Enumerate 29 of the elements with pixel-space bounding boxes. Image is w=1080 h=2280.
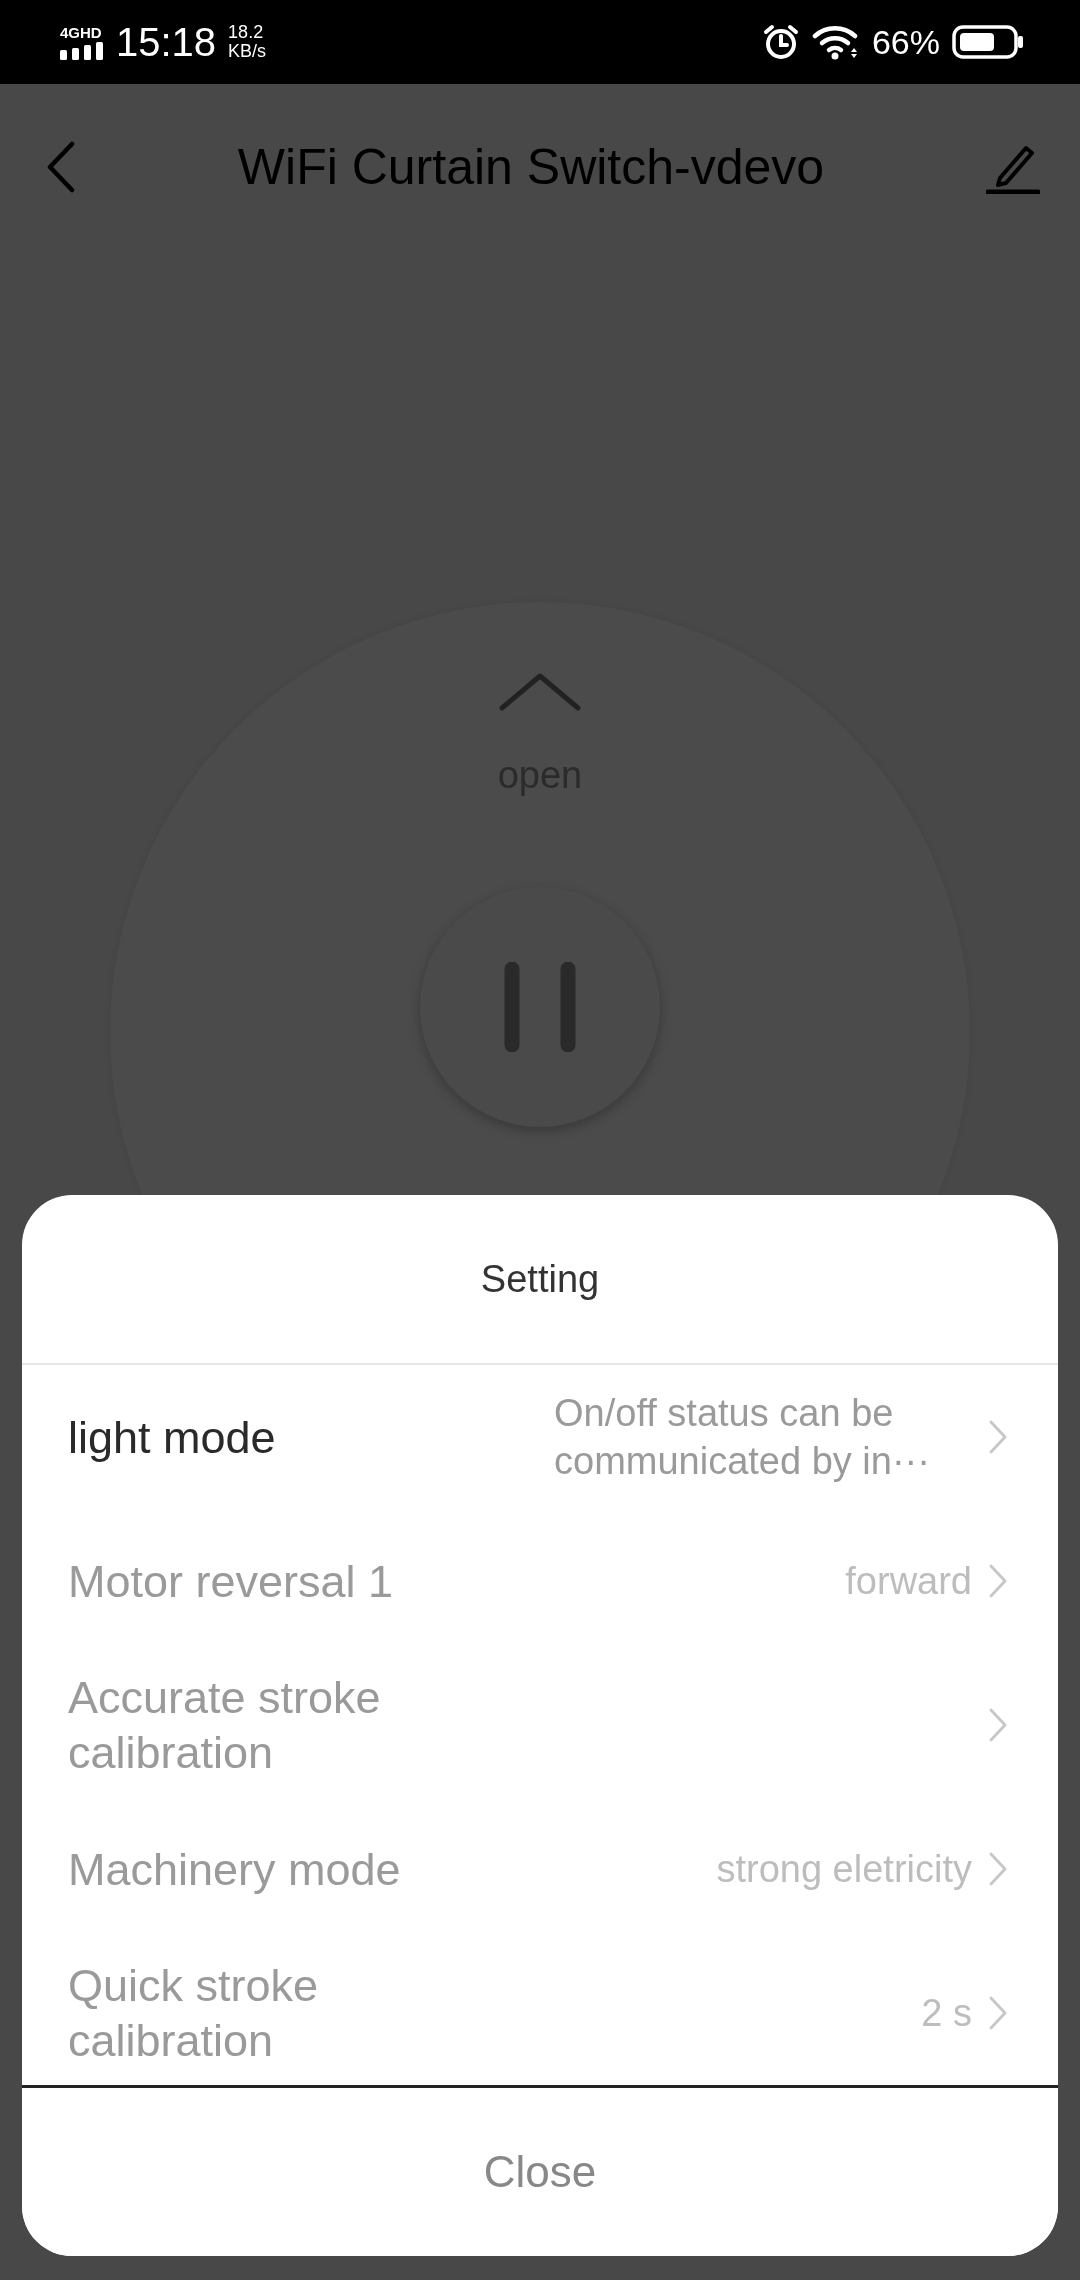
chevron-right-icon [988,1707,1008,1743]
setting-label: light mode [68,1410,277,1465]
wifi-icon [811,24,860,60]
alarm-icon [761,23,800,61]
chevron-right-icon [988,1995,1008,2031]
setting-value: strong eletricity [715,1847,972,1892]
speed-unit: KB/s [228,42,267,61]
setting-label: Quick stroke calibration [68,1959,320,2068]
setting-value: On/off status can be communicated by in··· [553,1391,931,1484]
pause-icon [503,962,577,1052]
network-speed: 18.2 [228,23,265,42]
setting-value: 2 s [920,1991,972,2036]
network-label: 4GHD [60,24,102,40]
setting-label: Accurate stroke calibration [68,1671,382,1780]
sheet-title: Setting [22,1195,1058,1365]
setting-label: Machinery mode [68,1842,402,1897]
signal-icon [60,41,104,60]
device-title: WiFi Curtain Switch-vdevo [236,138,826,196]
setting-row[interactable]: light mode On/off status can be communicated by in··· [22,1365,1058,1509]
setting-value: forward [844,1559,972,1604]
setting-label: Motor reversal 1 [68,1554,395,1609]
battery-percent: 66% [871,22,940,62]
status-time: 15:18 [116,19,217,65]
back-icon[interactable] [46,141,76,193]
chevron-right-icon [988,1563,1008,1599]
battery-icon [952,25,1024,59]
chevron-right-icon [988,1419,1008,1455]
open-chevron-icon[interactable] [499,672,581,712]
chevron-right-icon [988,1851,1008,1887]
